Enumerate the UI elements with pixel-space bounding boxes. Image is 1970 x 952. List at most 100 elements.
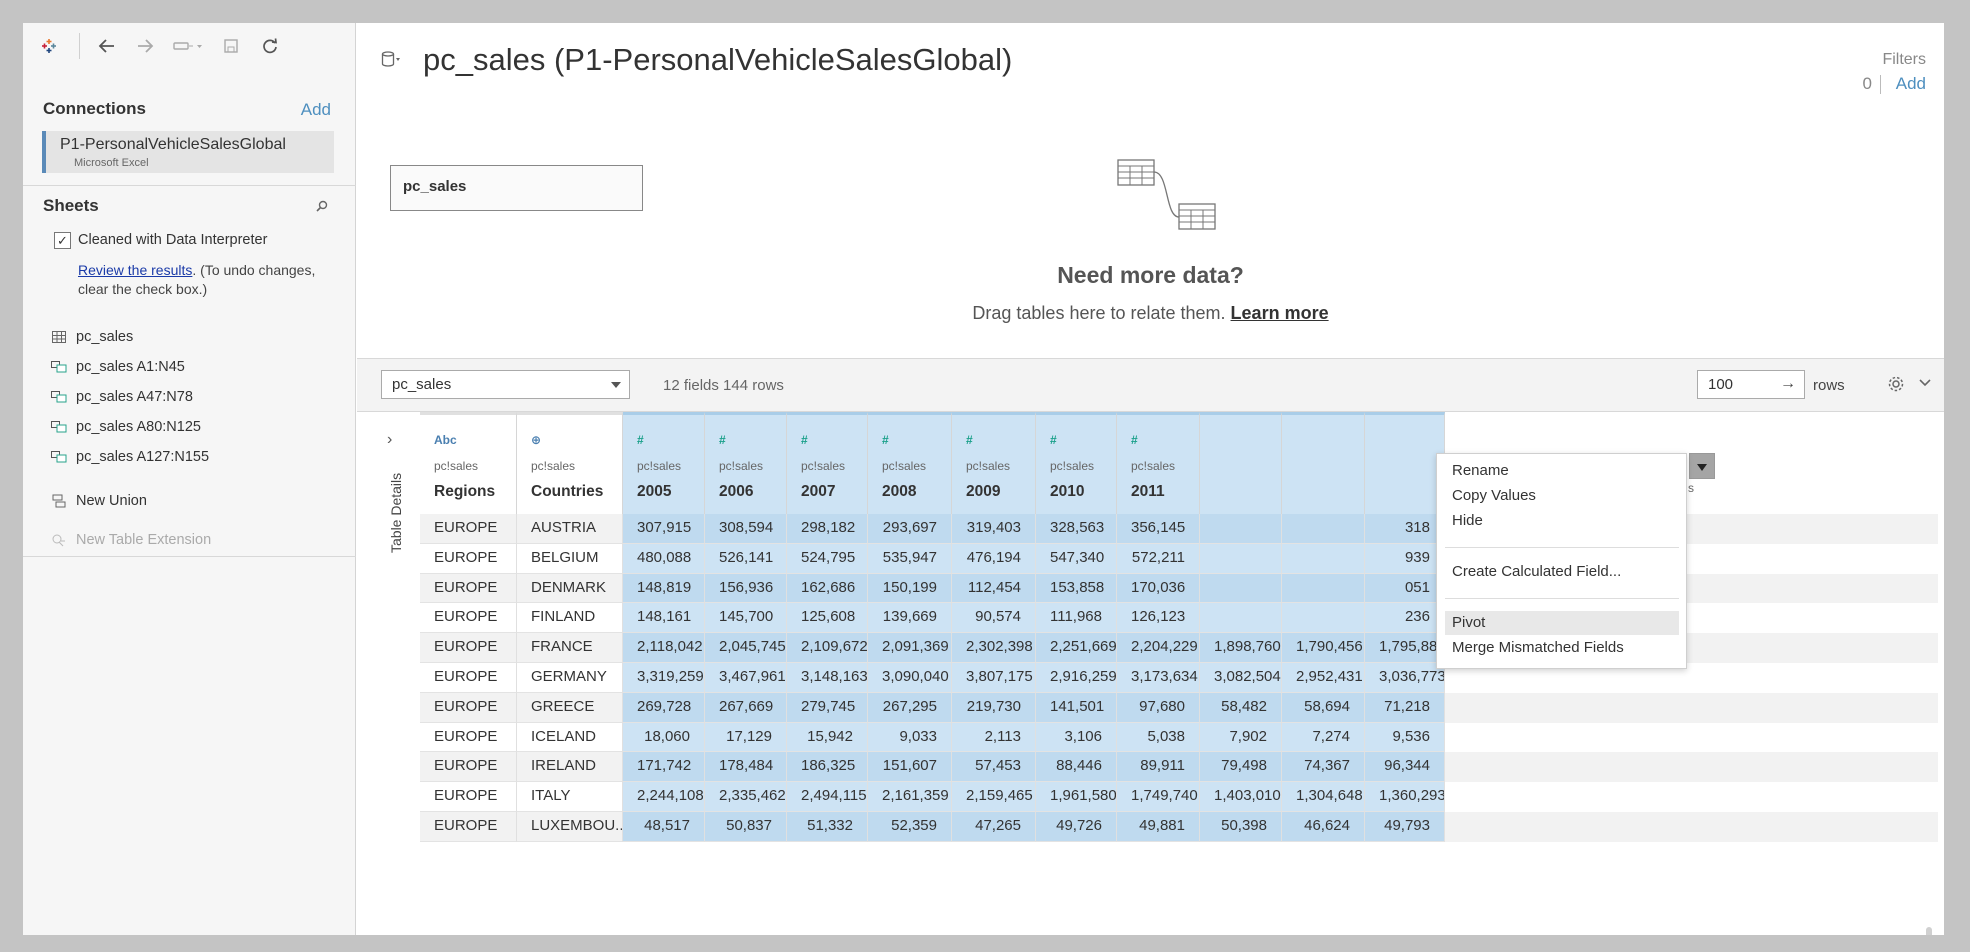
table-cell[interactable]: 7,274 [1282,722,1365,753]
table-cell[interactable] [1200,603,1282,634]
number-type-icon[interactable]: # [1131,433,1138,447]
table-cell[interactable]: 2,916,259 [1036,663,1117,693]
table-cell[interactable]: IRELAND [517,752,623,783]
table-cell[interactable]: 57,453 [952,752,1036,783]
number-type-icon[interactable]: # [801,433,808,447]
table-cell[interactable]: 47,265 [952,812,1036,842]
table-cell[interactable]: 1,961,580 [1036,782,1117,812]
table-cell[interactable]: 2,204,229 [1117,633,1200,663]
chevron-down-icon[interactable] [1917,376,1933,395]
table-cell[interactable]: 267,295 [868,692,952,723]
refresh-icon[interactable] [259,35,281,57]
table-cell[interactable]: 356,145 [1117,514,1200,544]
string-type-icon[interactable]: Abc [434,433,457,447]
table-cell[interactable]: 3,319,259 [623,663,705,693]
column-header[interactable] [1282,412,1365,514]
table-cell[interactable]: 298,182 [787,514,868,544]
table-cell[interactable]: ICELAND [517,722,623,753]
number-type-icon[interactable]: # [637,433,644,447]
sheet-item[interactable]: pc_sales A1:N45 [50,356,185,378]
menu-item-create-calculated-field[interactable]: Create Calculated Field... [1445,560,1679,584]
table-cell[interactable]: EUROPE [420,514,517,544]
table-cell[interactable]: 2,118,042 [623,633,705,663]
table-cell[interactable] [1282,573,1365,604]
table-cell[interactable]: 90,574 [952,603,1036,634]
table-cell[interactable]: 150,199 [868,573,952,604]
table-cell[interactable]: 171,742 [623,752,705,783]
table-cell[interactable]: 17,129 [705,722,787,753]
table-cell[interactable]: EUROPE [420,603,517,634]
table-cell[interactable]: EUROPE [420,573,517,604]
table-cell[interactable]: 1,360,293 [1365,782,1445,812]
table-cell[interactable]: ITALY [517,782,623,812]
table-cell[interactable]: EUROPE [420,722,517,753]
number-type-icon[interactable]: # [966,433,973,447]
table-cell[interactable]: FRANCE [517,633,623,663]
table-cell[interactable]: 219,730 [952,692,1036,723]
add-filter-link[interactable]: Add [1896,74,1926,94]
table-cell[interactable]: 319,403 [952,514,1036,544]
table-cell[interactable]: 148,819 [623,573,705,604]
column-header[interactable]: # pc!sales 2007 [787,412,868,514]
table-cell[interactable]: 49,793 [1365,812,1445,842]
table-cell[interactable] [1282,514,1365,544]
table-cell[interactable]: 50,398 [1200,812,1282,842]
table-cell[interactable]: 126,123 [1117,603,1200,634]
table-cell[interactable]: 58,694 [1282,692,1365,723]
gear-icon[interactable] [1887,375,1905,398]
table-cell[interactable]: 49,881 [1117,812,1200,842]
column-name[interactable]: 2005 [637,483,671,501]
table-cell[interactable]: LUXEMBOU... [517,812,623,842]
table-cell[interactable]: 1,304,648 [1282,782,1365,812]
table-cell[interactable]: 051 [1365,573,1445,604]
table-cell[interactable]: EUROPE [420,692,517,723]
column-name[interactable]: 2006 [719,483,753,501]
table-cell[interactable]: 151,607 [868,752,952,783]
table-cell[interactable]: 71,218 [1365,692,1445,723]
table-cell[interactable]: EUROPE [420,543,517,574]
table-cell[interactable]: DENMARK [517,573,623,604]
column-header[interactable]: # pc!sales 2006 [705,412,787,514]
table-cell[interactable]: EUROPE [420,752,517,783]
table-cell[interactable]: 7,902 [1200,722,1282,753]
add-connection-link[interactable]: Add [301,100,331,120]
sheet-item[interactable]: pc_sales [50,326,133,348]
datasource-cylinder-icon[interactable] [381,51,401,75]
table-cell[interactable]: 3,082,504 [1200,663,1282,693]
table-cell[interactable]: GERMANY [517,663,623,693]
column-header[interactable] [1365,412,1445,514]
table-cell[interactable]: 49,726 [1036,812,1117,842]
learn-more-link[interactable]: Learn more [1231,303,1329,323]
number-type-icon[interactable]: # [719,433,726,447]
table-cell[interactable]: FINLAND [517,603,623,634]
forward-arrow-icon[interactable] [134,35,156,57]
vertical-scrollbar[interactable] [1926,927,1932,935]
table-cell[interactable]: EUROPE [420,812,517,842]
table-cell[interactable]: EUROPE [420,782,517,812]
table-cell[interactable]: 96,344 [1365,752,1445,783]
number-type-icon[interactable]: # [1050,433,1057,447]
table-cell[interactable]: 9,536 [1365,722,1445,753]
table-cell[interactable]: 2,159,465 [952,782,1036,812]
geographic-type-icon[interactable]: ⊕ [531,433,541,447]
table-cell[interactable]: 2,244,108 [623,782,705,812]
table-cell[interactable]: 88,446 [1036,752,1117,783]
table-cell[interactable]: 1,749,740 [1117,782,1200,812]
table-cell[interactable]: 2,302,398 [952,633,1036,663]
table-cell[interactable]: 3,148,163 [787,663,868,693]
table-cell[interactable]: 18,060 [623,722,705,753]
table-cell[interactable]: 524,795 [787,543,868,574]
table-cell[interactable]: 480,088 [623,543,705,574]
table-cell[interactable]: 111,968 [1036,603,1117,634]
apply-rows-arrow-icon[interactable]: → [1780,375,1796,393]
table-cell[interactable]: EUROPE [420,663,517,693]
table-cell[interactable]: 89,911 [1117,752,1200,783]
table-cell[interactable]: 74,367 [1282,752,1365,783]
column-menu-button[interactable] [1689,453,1715,479]
table-cell[interactable]: GREECE [517,692,623,723]
table-cell[interactable]: 153,858 [1036,573,1117,604]
rows-limit-input[interactable]: 100 → [1697,370,1805,399]
save-icon[interactable] [220,35,242,57]
table-cell[interactable]: 178,484 [705,752,787,783]
data-source-dropdown-icon[interactable] [173,35,203,57]
